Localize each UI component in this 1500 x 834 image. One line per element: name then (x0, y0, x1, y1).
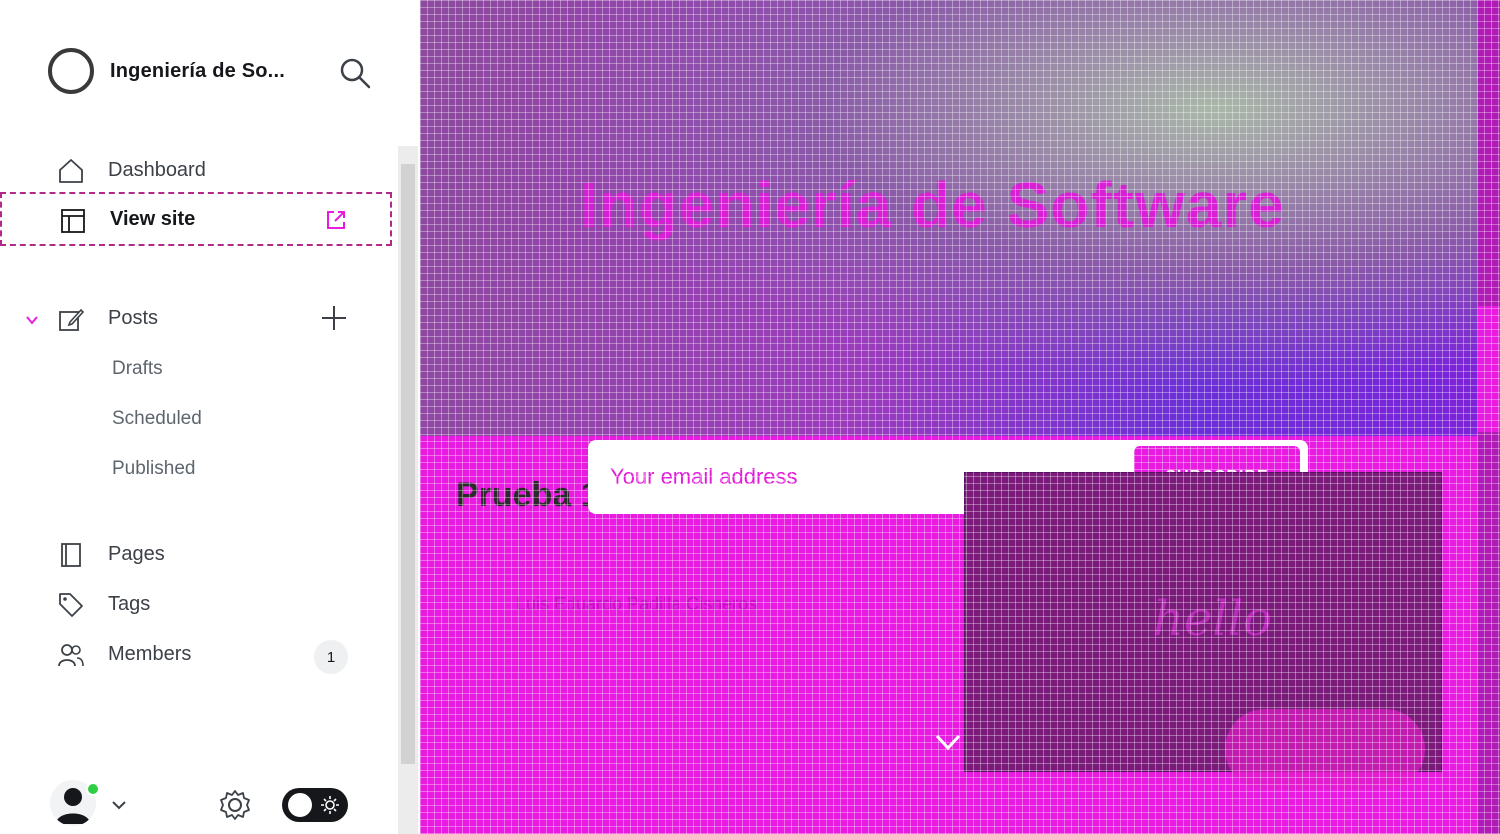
feature-image-card[interactable]: hello (964, 472, 1442, 789)
site-brand[interactable]: Ingeniería de So... (48, 48, 285, 94)
site-preview: Ingeniería de Software Prueba 1 Luis Edu… (420, 0, 1500, 834)
post-author: Luis Eduardo Padilla Cisneros (516, 594, 758, 614)
nav-members-label: Members (108, 642, 192, 665)
hero-banner: Ingeniería de Software (420, 0, 1478, 436)
nav-drafts[interactable]: Drafts (112, 358, 163, 380)
chevron-down-icon[interactable] (934, 732, 962, 754)
tag-icon (59, 593, 83, 617)
members-icon (58, 644, 84, 667)
nav-view-site[interactable]: View site (0, 192, 392, 246)
nav-view-site-label: View site (110, 207, 196, 230)
card-decoration (1225, 709, 1425, 789)
members-count-badge: 1 (314, 640, 348, 674)
sidebar-scrollbar[interactable] (398, 146, 418, 834)
nav-posts-label: Posts (108, 306, 159, 329)
edit-icon (59, 308, 84, 331)
chevron-down-icon[interactable] (110, 796, 128, 814)
sidebar-footer (0, 770, 400, 834)
nav-tags-label: Tags (108, 592, 151, 615)
nav-pages[interactable]: Pages (0, 530, 392, 578)
preview-scrollbar[interactable] (1478, 0, 1500, 834)
nav-published[interactable]: Published (112, 458, 195, 480)
online-status-dot (86, 782, 100, 796)
search-icon[interactable] (338, 56, 372, 90)
chevron-down-icon[interactable] (24, 312, 40, 328)
nav-members[interactable]: Members 1 (0, 630, 392, 678)
theme-toggle[interactable] (282, 788, 348, 822)
nav-posts[interactable]: Posts (0, 294, 392, 342)
post-title[interactable]: Prueba 1 (456, 476, 600, 515)
nav-pages-label: Pages (108, 542, 165, 565)
sun-icon (321, 796, 339, 814)
nav-tags[interactable]: Tags (0, 580, 392, 628)
home-icon (59, 159, 83, 183)
layout-icon (61, 209, 85, 233)
email-field[interactable]: Your email address (610, 464, 798, 490)
toggle-knob (288, 793, 312, 817)
gear-icon[interactable] (218, 788, 252, 822)
add-post-icon[interactable] (320, 304, 348, 332)
nav-scheduled[interactable]: Scheduled (112, 408, 202, 430)
site-logo (48, 48, 94, 94)
scrollbar-thumb[interactable] (401, 164, 415, 764)
admin-sidebar: Ingeniería de So... Dashboard View site (0, 0, 420, 834)
nav-dashboard[interactable]: Dashboard (0, 146, 392, 194)
pages-icon (61, 543, 81, 567)
preview-scrollbar-thumb[interactable] (1478, 306, 1500, 432)
hero-title: Ingeniería de Software (580, 169, 1285, 241)
card-hello-text: hello (1153, 591, 1272, 647)
external-link-icon[interactable] (324, 208, 348, 232)
nav-dashboard-label: Dashboard (108, 158, 206, 181)
site-name: Ingeniería de So... (110, 59, 285, 82)
